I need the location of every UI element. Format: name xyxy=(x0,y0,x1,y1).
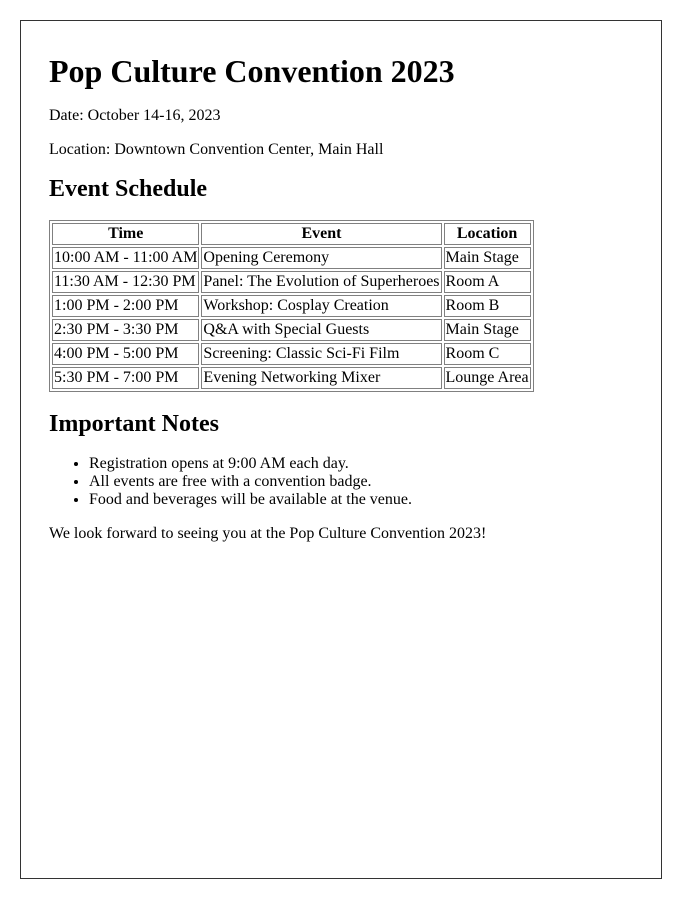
closing-message: We look forward to seeing you at the Pop… xyxy=(49,525,487,542)
table-row: 4:00 PM - 5:00 PM Screening: Classic Sci… xyxy=(52,343,531,365)
table-header-row: Time Event Location xyxy=(52,223,531,245)
table-row: 2:30 PM - 3:30 PM Q&A with Special Guest… xyxy=(52,319,531,341)
column-header-event: Event xyxy=(201,223,442,245)
notes-list: Registration opens at 9:00 AM each day. … xyxy=(49,455,633,509)
cell-event: Opening Ceremony xyxy=(201,247,442,269)
cell-location: Room C xyxy=(443,343,531,365)
cell-time: 4:00 PM - 5:00 PM xyxy=(52,343,200,365)
table-row: 5:30 PM - 7:00 PM Evening Networking Mix… xyxy=(52,367,531,389)
cell-location: Lounge Area xyxy=(443,367,531,389)
table-row: 1:00 PM - 2:00 PM Workshop: Cosplay Crea… xyxy=(52,295,531,317)
table-row: 10:00 AM - 11:00 AM Opening Ceremony Mai… xyxy=(52,247,531,269)
cell-location: Room B xyxy=(443,295,531,317)
cell-event: Workshop: Cosplay Creation xyxy=(201,295,442,317)
cell-event: Screening: Classic Sci-Fi Film xyxy=(201,343,442,365)
cell-event: Panel: The Evolution of Superheroes xyxy=(201,271,442,293)
cell-location: Main Stage xyxy=(443,247,531,269)
schedule-heading: Event Schedule xyxy=(49,176,208,202)
document-page: Pop Culture Convention 2023 Date: Octobe… xyxy=(20,20,662,879)
event-location: Location: Downtown Convention Center, Ma… xyxy=(49,141,384,158)
column-header-time: Time xyxy=(52,223,200,245)
notes-heading: Important Notes xyxy=(49,411,219,437)
cell-event: Evening Networking Mixer xyxy=(201,367,442,389)
column-header-location: Location xyxy=(443,223,531,245)
list-item: Food and beverages will be available at … xyxy=(89,491,633,509)
cell-time: 10:00 AM - 11:00 AM xyxy=(52,247,200,269)
cell-event: Q&A with Special Guests xyxy=(201,319,442,341)
cell-time: 2:30 PM - 3:30 PM xyxy=(52,319,200,341)
page-title: Pop Culture Convention 2023 xyxy=(49,53,455,89)
event-date: Date: October 14-16, 2023 xyxy=(49,107,221,124)
table-row: 11:30 AM - 12:30 PM Panel: The Evolution… xyxy=(52,271,531,293)
list-item: All events are free with a convention ba… xyxy=(89,473,633,491)
cell-location: Room A xyxy=(443,271,531,293)
cell-time: 11:30 AM - 12:30 PM xyxy=(52,271,200,293)
list-item: Registration opens at 9:00 AM each day. xyxy=(89,455,633,473)
cell-location: Main Stage xyxy=(443,319,531,341)
schedule-table: Time Event Location 10:00 AM - 11:00 AM … xyxy=(49,220,534,392)
cell-time: 1:00 PM - 2:00 PM xyxy=(52,295,200,317)
cell-time: 5:30 PM - 7:00 PM xyxy=(52,367,200,389)
